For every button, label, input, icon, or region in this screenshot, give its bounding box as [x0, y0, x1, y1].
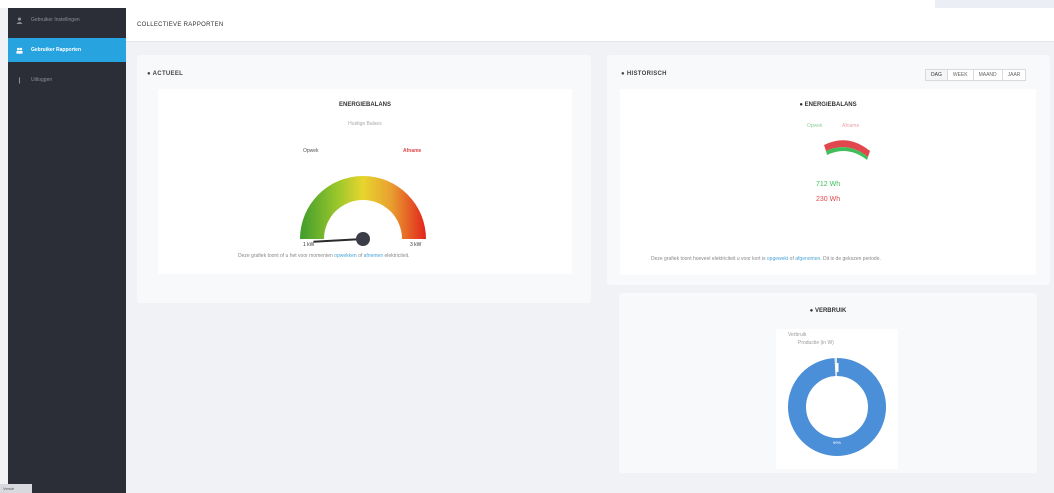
desc-link-opgewekt[interactable]: opgewekt [767, 256, 788, 262]
breadcrumb: COLLECTIEVE RAPPORTEN [137, 22, 224, 28]
value-green: 712 Wh [816, 181, 841, 188]
donut-legend-2: Productie (in W) [798, 340, 834, 346]
desc-link-opwekken[interactable]: opwekken [334, 253, 357, 259]
historisch-title: ● HISTORISCH [621, 71, 667, 77]
historisch-card: ● HISTORISCH ● ENERGIEBALANS Opwek Afnam… [607, 55, 1050, 285]
historisch-title-text: HISTORISCH [626, 71, 667, 77]
gauge-title: ENERGIEBALANS [338, 102, 391, 108]
gauge-label-left: Opwek [303, 148, 319, 154]
tab-jaar[interactable]: JAAR [1003, 70, 1026, 80]
donut-label: 99% [833, 440, 841, 445]
verbruik-card: ● VERBRUIK Verbruik Productie (in W) 99% [619, 293, 1037, 473]
donut-legend-1: Verbruik [788, 332, 807, 338]
gauge-min-label: 1 kW [303, 242, 315, 248]
balans-chart [824, 140, 870, 160]
donut-arc [788, 358, 886, 456]
actueel-title: ● ACTUEEL [147, 71, 184, 77]
sidebar-item-label: Uitloggen [31, 77, 53, 83]
actueel-card: ● ACTUEEL ENERGIEBALANS Huidige Balans O… [137, 55, 591, 303]
legend-green: Opwek [807, 123, 823, 129]
tab-dag[interactable]: DAG [926, 70, 948, 80]
verbruik-title-text: VERBRUIK [814, 308, 847, 314]
desc-text: . Dit is de gekozen periode. [820, 256, 881, 262]
verbruik-title: ● VERBRUIK [809, 308, 847, 314]
actueel-title-text: ACTUEEL [152, 71, 184, 77]
sidebar-item-reports[interactable]: Gebruiker Rapporten [8, 38, 126, 62]
energy-gauge [300, 176, 426, 246]
users-icon [16, 47, 23, 54]
sidebar-item-logout[interactable]: Uitloggen [8, 68, 126, 92]
usage-donut-chart: 99% [788, 358, 886, 456]
desc-link-afnemen[interactable]: afnemen [364, 253, 383, 259]
desc-text: of [356, 253, 364, 259]
top-strip [0, 0, 1054, 8]
desc-text: elektriciteit. [383, 253, 410, 259]
balans-title: ● ENERGIEBALANS [799, 102, 857, 108]
donut-panel: Verbruik Productie (in W) 99% [776, 329, 898, 469]
sidebar-item-label: Gebruiker Instellingen [31, 17, 80, 23]
tab-maand[interactable]: MAAND [974, 70, 1003, 80]
gauge-max-label: 3 kW [410, 242, 422, 248]
legend-red: Afname [842, 123, 860, 129]
sidebar-item-settings[interactable]: Gebruiker Instellingen [8, 8, 126, 32]
gauge-subtitle: Huidige Balans [348, 121, 382, 127]
desc-text: Deze grafiek toont hoeveel elektriciteit… [651, 256, 767, 262]
gauge-description: Deze grafiek toont of u het voor momente… [238, 253, 410, 259]
logout-icon [16, 76, 23, 84]
gauge-panel: ENERGIEBALANS Huidige Balans Opwek Afnam… [158, 89, 572, 274]
tab-week[interactable]: WEEK [948, 70, 974, 80]
desc-link-afgenomen[interactable]: afgenomen [795, 256, 820, 262]
balans-description: Deze grafiek toont hoeveel elektriciteit… [651, 256, 881, 262]
balans-title-text: ENERGIEBALANS [804, 102, 857, 108]
topbar: COLLECTIEVE RAPPORTEN [126, 8, 1054, 42]
sidebar-item-label: Gebruiker Rapporten [31, 47, 82, 53]
gauge-label-right: Afname [403, 148, 422, 154]
user-icon [16, 17, 23, 24]
period-selector: DAG WEEK MAAND JAAR [925, 69, 1027, 81]
version-label: Versie [0, 484, 32, 493]
desc-text: Deze grafiek toont of u het voor momente… [238, 253, 335, 259]
balans-panel: ● ENERGIEBALANS Opwek Afname 712 Wh 230 … [620, 89, 1036, 275]
value-red: 230 Wh [816, 196, 841, 203]
sidebar: Gebruiker Instellingen Gebruiker Rapport… [8, 8, 126, 493]
